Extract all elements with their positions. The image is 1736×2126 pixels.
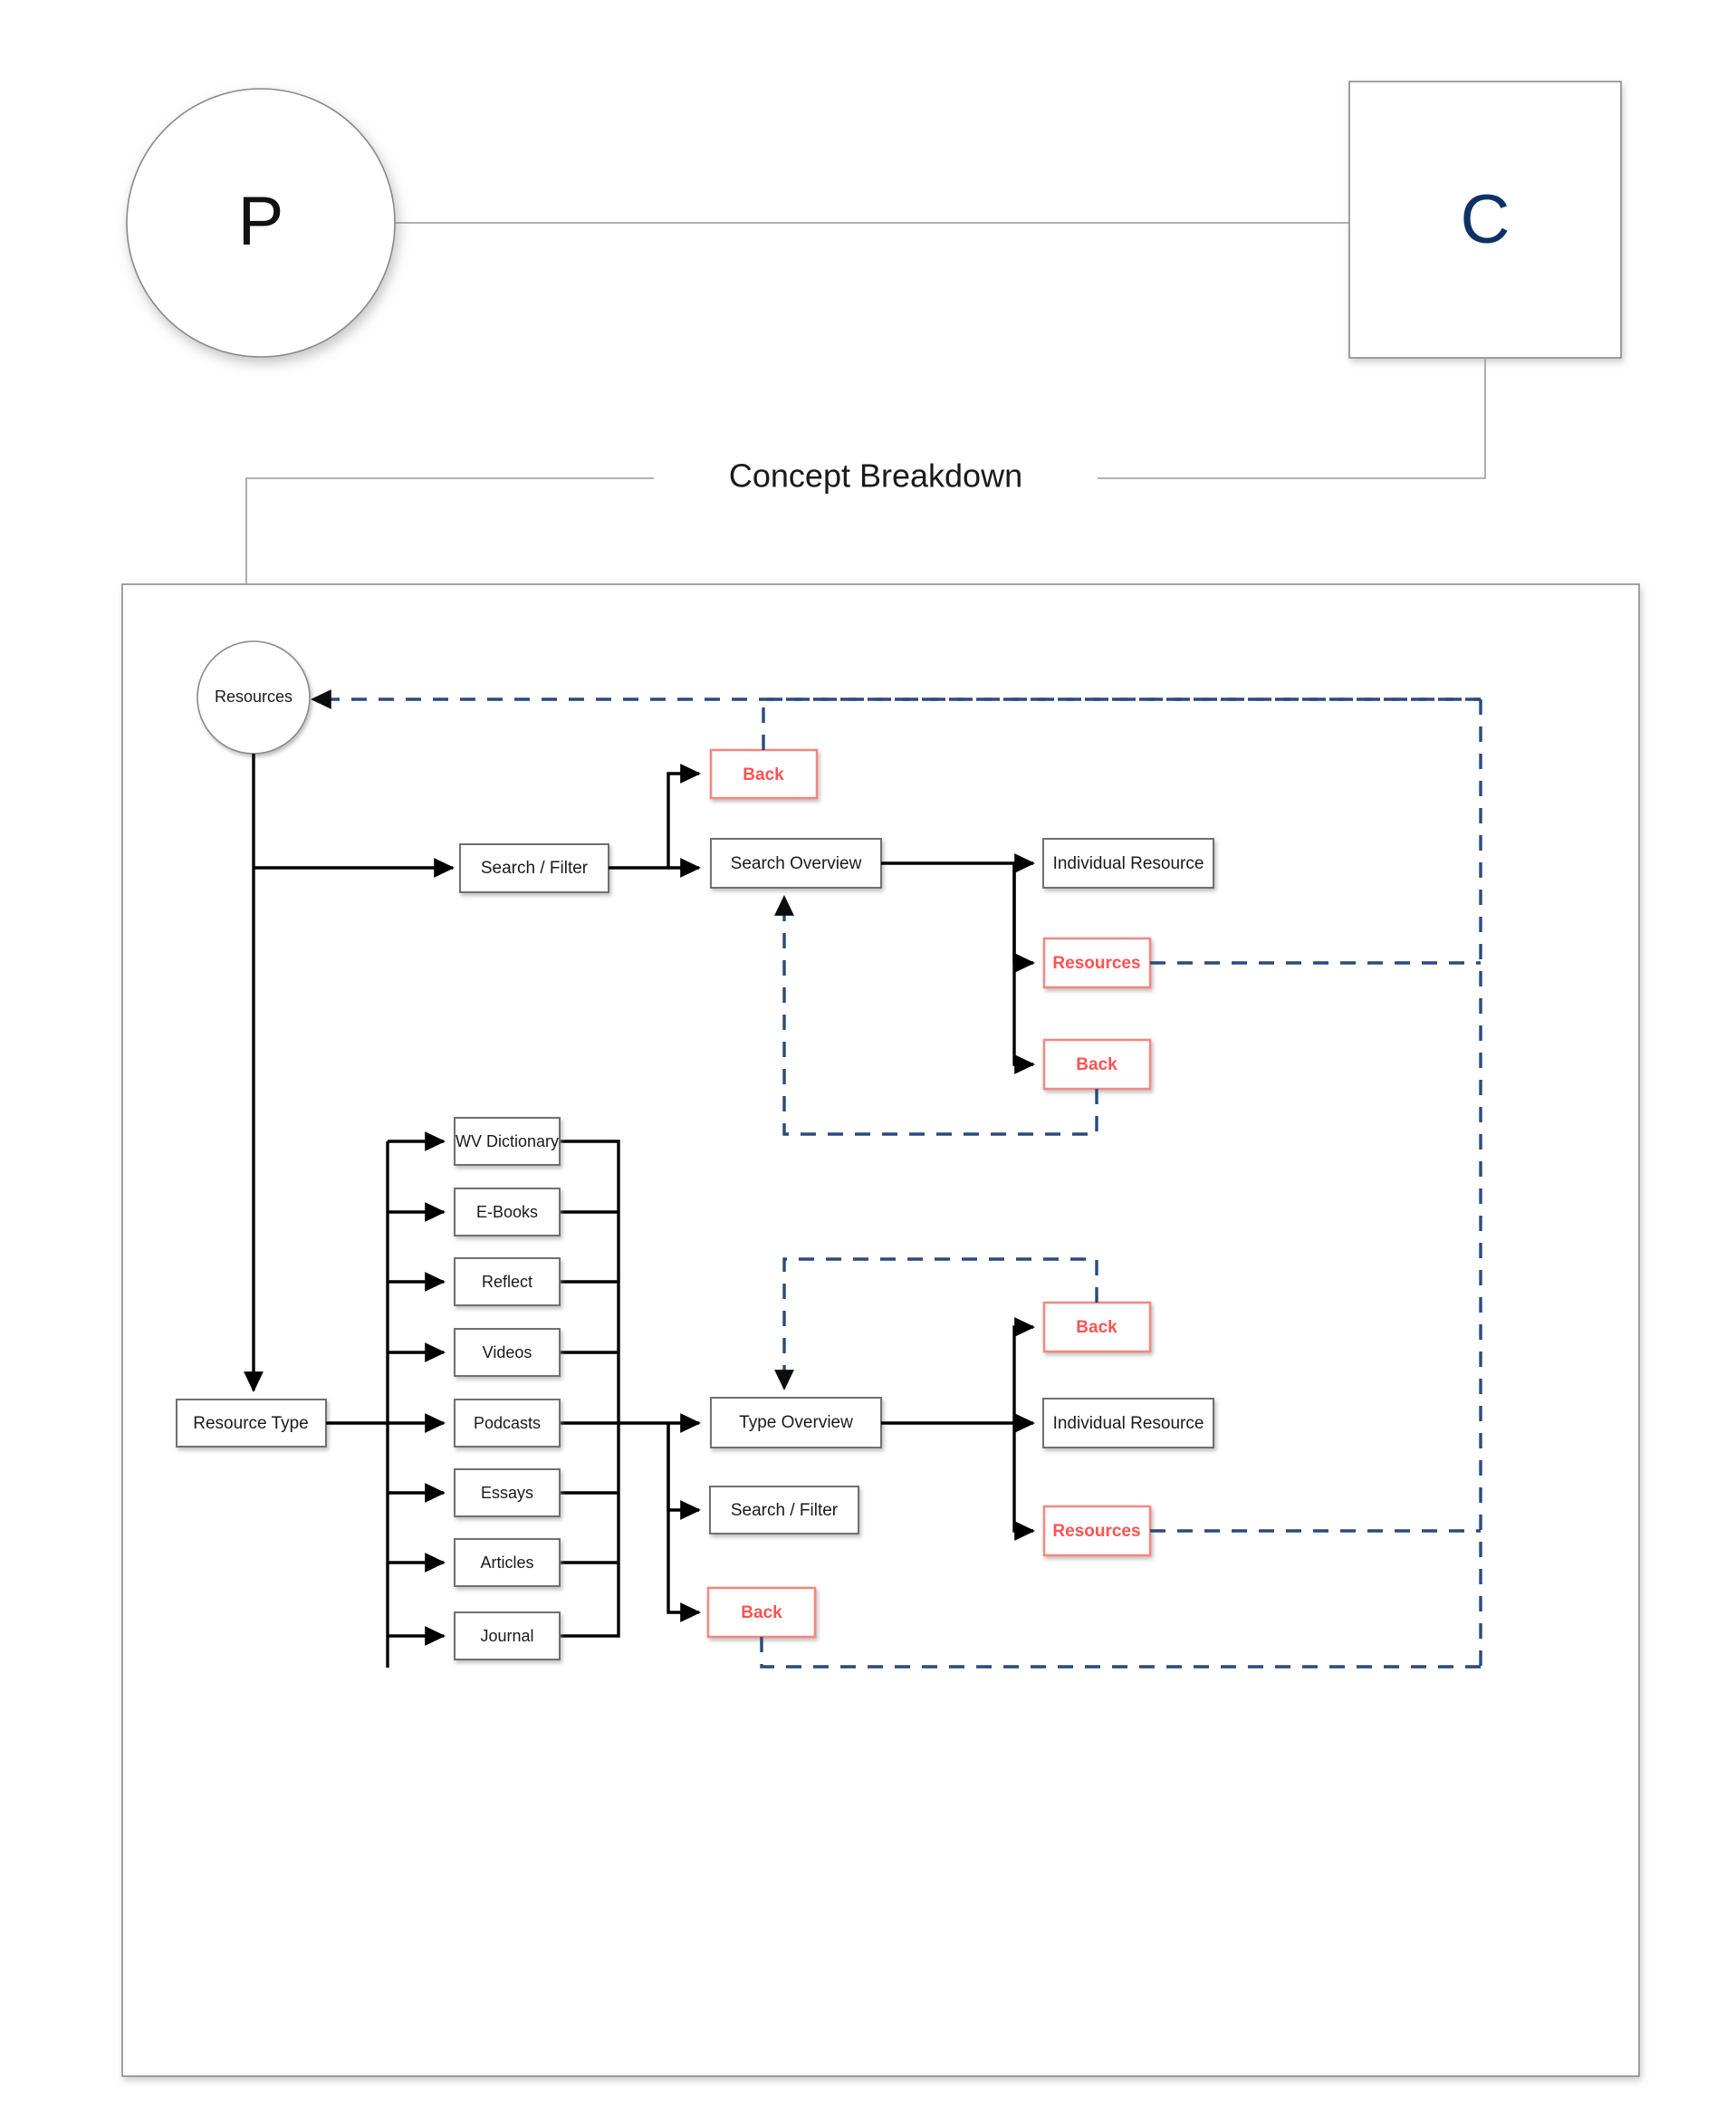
type-box-3-label: Reflect	[482, 1273, 532, 1291]
type-box-6-label: Essays	[481, 1484, 533, 1502]
type-box-7-label: Articles	[480, 1554, 533, 1572]
node-back-type-right[interactable]: Back	[1042, 1301, 1152, 1353]
search-filter-top-label: Search / Filter	[481, 859, 589, 878]
back-search-bottom-label: Back	[1076, 1055, 1117, 1074]
resources-search-label: Resources	[1052, 954, 1140, 973]
node-individual-resource-search[interactable]: Individual Resource	[1042, 838, 1214, 889]
type-box-2-label: E-Books	[476, 1203, 538, 1221]
persona-node[interactable]: P	[126, 88, 396, 358]
search-overview-label: Search Overview	[731, 854, 862, 873]
type-overview-label: Type Overview	[739, 1413, 853, 1432]
node-back-search-bottom[interactable]: Back	[1042, 1038, 1152, 1091]
resources-type-label: Resources	[1052, 1522, 1140, 1541]
back-search-top-label: Back	[743, 765, 784, 784]
type-box-1-label: WV Dictionary	[456, 1132, 559, 1150]
node-back-type[interactable]: Back	[706, 1586, 817, 1639]
breakdown-panel	[121, 583, 1640, 2077]
type-box[interactable]: WV Dictionary	[454, 1117, 561, 1166]
back-type-label: Back	[741, 1603, 782, 1622]
resources-root-label: Resources	[215, 688, 293, 706]
resource-type-label: Resource Type	[193, 1414, 308, 1433]
concept-breakdown-label: Concept Breakdown	[729, 457, 1022, 495]
node-resources-root[interactable]: Resources	[197, 640, 311, 755]
node-resource-type[interactable]: Resource Type	[176, 1399, 327, 1448]
type-box[interactable]: Reflect	[454, 1257, 561, 1306]
node-search-filter-top[interactable]: Search / Filter	[459, 843, 609, 893]
individual-resource-search-label: Individual Resource	[1053, 854, 1204, 873]
type-box-4-label: Videos	[483, 1343, 532, 1361]
diagram-canvas: P C Concept Breakdown Resources Search /…	[0, 0, 1736, 2126]
search-filter-type-label: Search / Filter	[731, 1501, 839, 1520]
individual-resource-type-label: Individual Resource	[1053, 1414, 1204, 1433]
concept-label: C	[1461, 181, 1511, 258]
type-box[interactable]: E-Books	[454, 1188, 561, 1236]
type-box[interactable]: Essays	[454, 1468, 561, 1517]
type-box[interactable]: Videos	[454, 1328, 561, 1377]
type-box-8-label: Journal	[480, 1627, 533, 1645]
node-search-overview[interactable]: Search Overview	[710, 838, 882, 889]
node-search-filter-type[interactable]: Search / Filter	[709, 1486, 859, 1534]
persona-label: P	[238, 183, 284, 260]
concept-breakdown-connector-right	[1098, 358, 1486, 479]
concept-node[interactable]: C	[1348, 81, 1622, 359]
type-box-5-label: Podcasts	[474, 1414, 541, 1432]
back-type-right-label: Back	[1076, 1318, 1117, 1337]
node-individual-resource-type[interactable]: Individual Resource	[1042, 1398, 1214, 1448]
node-resources-search[interactable]: Resources	[1042, 937, 1152, 989]
concept-breakdown-diagram: P C Concept Breakdown Resources Search /…	[121, 81, 1640, 2077]
type-box[interactable]: Articles	[454, 1538, 561, 1587]
node-resources-type[interactable]: Resources	[1042, 1505, 1152, 1557]
node-back-search-top[interactable]: Back	[709, 748, 819, 800]
type-box[interactable]: Journal	[454, 1611, 561, 1660]
node-type-overview[interactable]: Type Overview	[710, 1397, 882, 1448]
type-box[interactable]: Podcasts	[454, 1399, 561, 1448]
concept-breakdown-connector-left	[245, 477, 654, 584]
